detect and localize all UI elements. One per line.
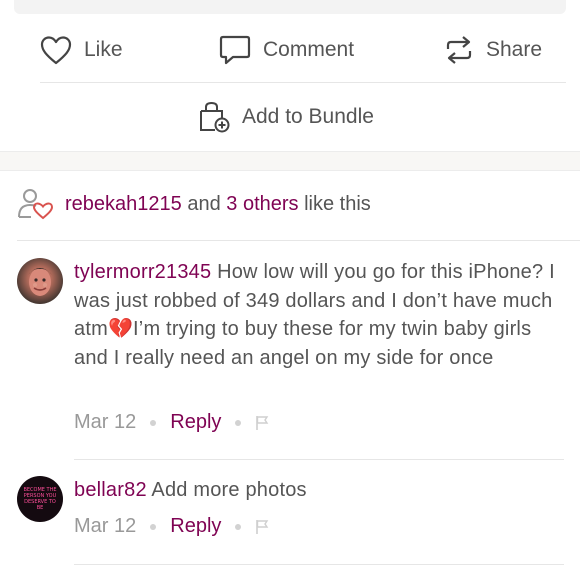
avatar[interactable]: BECOME THE PERSON YOU DESERVE TO BE bbox=[17, 476, 63, 522]
likes-text: rebekah1215 and 3 others like this bbox=[65, 193, 371, 216]
comment-username-link[interactable]: tylermorr21345 bbox=[74, 261, 211, 283]
comment-label: Comment bbox=[263, 38, 355, 61]
like-button[interactable]: Like bbox=[40, 35, 123, 65]
separator-dot bbox=[150, 523, 157, 530]
likes-summary: rebekah1215 and 3 others like this bbox=[17, 188, 371, 220]
separator-dot bbox=[235, 523, 242, 530]
comment-meta: Mar 12 Reply bbox=[74, 411, 269, 434]
likes-suffix-text: like this bbox=[304, 192, 371, 215]
comment-icon bbox=[219, 35, 251, 65]
listing-card-bottom bbox=[14, 0, 566, 14]
bundle-add-icon bbox=[200, 101, 230, 133]
like-label: Like bbox=[84, 38, 123, 61]
heart-icon bbox=[40, 36, 72, 65]
share-button[interactable]: Share bbox=[444, 34, 542, 66]
add-to-bundle-button[interactable]: Add to Bundle bbox=[198, 101, 374, 133]
share-label: Share bbox=[486, 38, 543, 61]
bundle-label: Add to Bundle bbox=[242, 105, 374, 128]
separator-dot bbox=[235, 419, 242, 426]
comment-button[interactable]: Comment bbox=[219, 34, 354, 66]
reply-button[interactable]: Reply bbox=[170, 411, 221, 434]
comment-meta: Mar 12 Reply bbox=[74, 515, 269, 538]
comment-date: Mar 12 bbox=[74, 411, 137, 433]
avatar-face-image bbox=[27, 268, 53, 296]
liker-username-link[interactable]: rebekah1215 bbox=[65, 193, 182, 215]
avatar-neon-text: BECOME THE PERSON YOU DESERVE TO BE bbox=[23, 487, 57, 511]
reply-button[interactable]: Reply bbox=[170, 515, 221, 538]
action-bar: Like Comment Share bbox=[0, 18, 580, 82]
share-icon bbox=[446, 36, 472, 64]
divider bbox=[40, 82, 566, 83]
comment-text: Add more photos bbox=[151, 479, 307, 501]
flag-icon[interactable] bbox=[255, 519, 269, 535]
separator-dot bbox=[150, 419, 157, 426]
divider bbox=[74, 459, 564, 460]
divider bbox=[17, 240, 580, 241]
avatar[interactable] bbox=[17, 258, 63, 304]
others-link[interactable]: 3 others bbox=[226, 193, 298, 215]
comment-username-link[interactable]: bellar82 bbox=[74, 479, 147, 501]
section-divider bbox=[0, 151, 580, 171]
user-heart-icon bbox=[18, 189, 53, 220]
comment-body: bellar82 Add more photos bbox=[74, 476, 564, 505]
likes-and-text: and bbox=[187, 192, 221, 215]
flag-icon[interactable] bbox=[255, 415, 269, 431]
comment-body: tylermorr21345 How low will you go for t… bbox=[74, 258, 564, 372]
comment-date: Mar 12 bbox=[74, 515, 137, 537]
divider bbox=[74, 564, 564, 565]
